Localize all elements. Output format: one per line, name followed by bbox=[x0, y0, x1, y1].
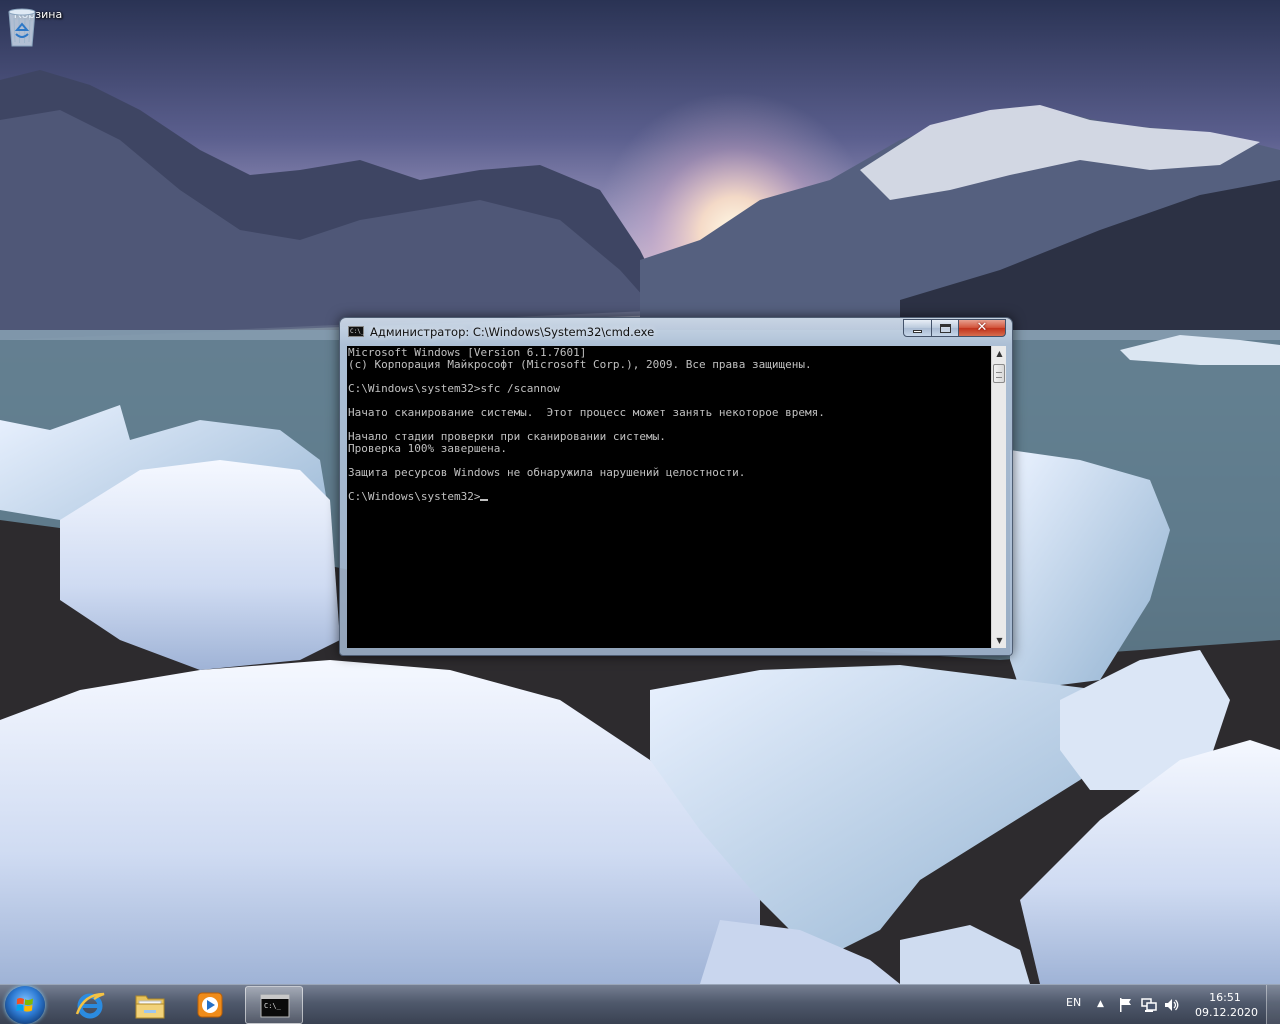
volume-icon[interactable] bbox=[1164, 997, 1180, 1013]
cmd-icon: C:\_ bbox=[260, 994, 290, 1018]
folder-icon bbox=[135, 995, 165, 1019]
media-player-icon bbox=[197, 992, 223, 1018]
show-desktop-button[interactable] bbox=[1266, 985, 1280, 1024]
console-line: Проверка 100% завершена. bbox=[348, 442, 507, 455]
close-button[interactable]: ✕ bbox=[958, 319, 1006, 337]
start-button[interactable] bbox=[5, 986, 45, 1024]
console-prompt: C:\Windows\system32> bbox=[348, 490, 481, 503]
recycle-bin-icon bbox=[8, 8, 36, 47]
console-line: (c) Корпорация Майкрософт (Microsoft Cor… bbox=[348, 358, 812, 371]
close-icon: ✕ bbox=[976, 320, 988, 335]
console-line: C:\Windows\system32>sfc /scannow bbox=[348, 382, 560, 395]
text-cursor bbox=[480, 499, 489, 501]
clock[interactable]: 16:51 09.12.2020 bbox=[1195, 990, 1258, 1020]
taskbar-internet-explorer[interactable] bbox=[61, 986, 119, 1024]
console-line: Защита ресурсов Windows не обнаружила на… bbox=[348, 466, 746, 479]
clock-date: 09.12.2020 bbox=[1195, 1006, 1258, 1019]
taskbar-media-player[interactable] bbox=[181, 986, 239, 1024]
svg-text:C:\_: C:\_ bbox=[264, 1002, 282, 1010]
taskbar-windows-explorer[interactable] bbox=[121, 986, 179, 1024]
cmd-icon[interactable]: C:\_ bbox=[348, 326, 364, 337]
taskbar-cmd[interactable]: C:\_ bbox=[245, 986, 303, 1024]
console-line: Начато сканирование системы. Этот процес… bbox=[348, 406, 825, 419]
windows-logo-icon bbox=[16, 998, 33, 1012]
action-center-flag-icon[interactable] bbox=[1118, 997, 1134, 1013]
minimize-button[interactable] bbox=[903, 319, 932, 337]
vertical-scrollbar[interactable]: ▲ ▼ bbox=[991, 346, 1006, 648]
clock-time: 16:51 bbox=[1209, 991, 1241, 1004]
show-hidden-icons-button[interactable]: ▲ bbox=[1097, 997, 1104, 1011]
console-output[interactable]: Microsoft Windows [Version 6.1.7601] (c)… bbox=[347, 346, 991, 648]
maximize-icon bbox=[940, 324, 951, 333]
scroll-down-button[interactable]: ▼ bbox=[992, 633, 1007, 648]
cmd-window[interactable]: C:\_ Администратор: C:\Windows\System32\… bbox=[339, 317, 1013, 656]
desktop-icon-recycle-bin[interactable]: Корзина bbox=[6, 6, 70, 47]
taskbar: C:\_ EN ▲ 16:51 09.12.2020 bbox=[0, 984, 1280, 1024]
window-titlebar[interactable]: C:\_ Администратор: C:\Windows\System32\… bbox=[340, 318, 1012, 344]
network-icon[interactable] bbox=[1141, 997, 1157, 1013]
internet-explorer-icon bbox=[75, 992, 105, 1019]
scroll-up-button[interactable]: ▲ bbox=[992, 346, 1007, 361]
maximize-button[interactable] bbox=[931, 319, 959, 337]
minimize-icon bbox=[913, 330, 922, 333]
window-title: Администратор: C:\Windows\System32\cmd.e… bbox=[370, 325, 655, 339]
scrollbar-thumb[interactable] bbox=[993, 364, 1005, 383]
language-indicator[interactable]: EN bbox=[1066, 996, 1081, 1009]
